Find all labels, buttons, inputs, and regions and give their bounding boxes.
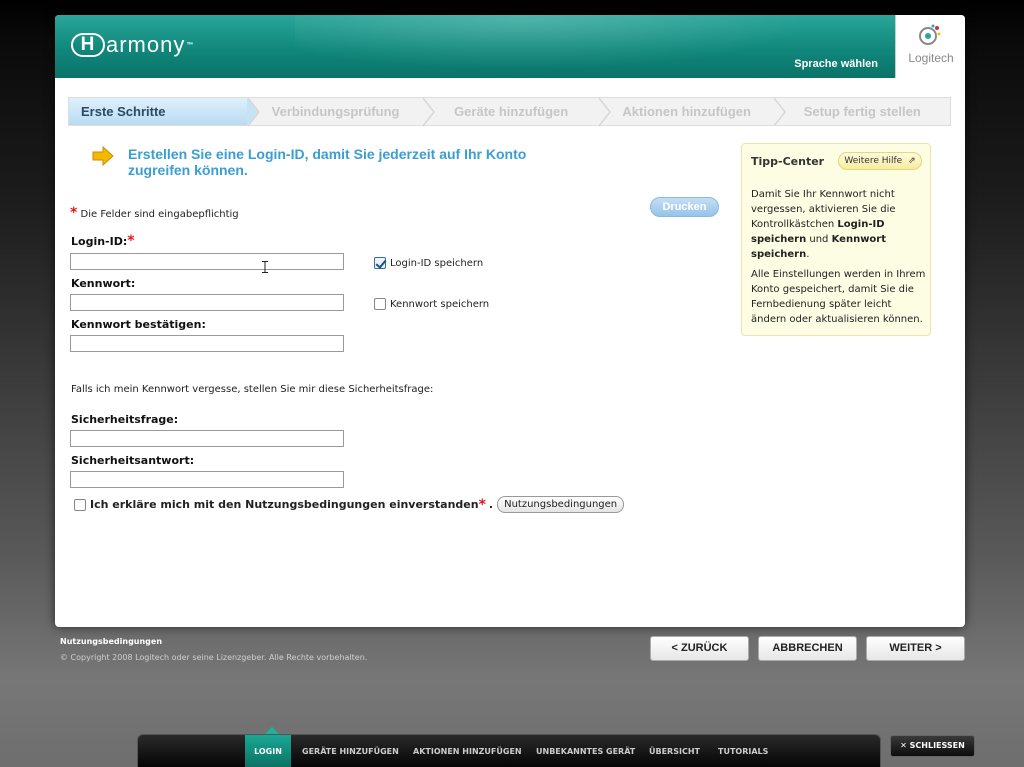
close-button[interactable]: ✕ SCHLIESSEN xyxy=(890,735,975,757)
security-question-input[interactable] xyxy=(70,430,344,447)
bottom-nav-add-activities[interactable]: AKTIONEN HINZUFÜGEN xyxy=(413,735,522,767)
language-select-link[interactable]: Sprache wählen xyxy=(794,58,878,70)
required-fields-note: * Die Felder sind eingabepflichtig xyxy=(70,205,239,221)
harmony-logo-text: armony xyxy=(106,32,186,57)
tip-center-title: Tipp-Center xyxy=(751,155,825,168)
step-label: Geräte hinzufügen xyxy=(454,104,569,119)
password-input[interactable] xyxy=(70,294,344,311)
text-cursor-icon xyxy=(262,261,268,273)
remember-login-label: Login-ID speichern xyxy=(390,257,484,269)
security-question-note: Falls ich mein Kennwort vergesse, stelle… xyxy=(71,384,434,395)
step-add-devices: Geräte hinzufügen xyxy=(423,97,611,127)
print-button[interactable]: Drucken xyxy=(650,197,719,217)
tip-center-text: Damit Sie Ihr Kennwort nicht vergessen, … xyxy=(751,187,926,332)
step-finish-setup: Setup fertig stellen xyxy=(774,98,950,125)
bottom-nav-unknown-device[interactable]: UNBEKANNTES GERÄT xyxy=(536,735,635,767)
step-connection-check: Verbindungsprüfung xyxy=(248,97,436,127)
security-question-label: Sicherheitsfrage: xyxy=(71,413,179,426)
login-id-label: Login-ID:* xyxy=(71,233,135,249)
header-bar: H armony ™ Sprache wählen Logitech xyxy=(55,15,965,78)
trademark-icon: ™ xyxy=(186,41,195,49)
harmony-logo-mark: H xyxy=(71,33,105,57)
arrow-right-icon xyxy=(92,146,114,166)
close-label: SCHLIESSEN xyxy=(909,741,965,750)
step-add-activities: Aktionen hinzufügen xyxy=(599,97,787,127)
footer-copyright: © Copyright 2008 Logitech oder seine Liz… xyxy=(60,653,368,662)
more-help-label: Weitere Hilfe xyxy=(844,156,903,166)
login-id-input[interactable] xyxy=(70,253,344,270)
remember-password-checkbox[interactable] xyxy=(374,298,386,310)
tip-paragraph-2: Alle Einstellungen werden in Ihrem Konto… xyxy=(751,269,926,325)
confirm-password-label: Kennwort bestätigen: xyxy=(71,318,206,331)
remember-password-label: Kennwort speichern xyxy=(390,298,490,310)
cancel-button[interactable]: ABBRECHEN xyxy=(758,636,857,661)
more-help-button[interactable]: Weitere Hilfe ⇗ xyxy=(838,152,922,170)
step-label: Setup fertig stellen xyxy=(803,104,921,119)
bottom-navigation: LOGIN GERÄTE HINZUFÜGEN AKTIONEN HINZUFÜ… xyxy=(137,734,881,767)
required-note-text: Die Felder sind eingabepflichtig xyxy=(80,209,239,220)
remember-login-row[interactable]: Login-ID speichern xyxy=(374,257,483,269)
external-link-icon: ⇗ xyxy=(908,156,916,166)
remember-password-row[interactable]: Kennwort speichern xyxy=(374,298,489,310)
logitech-brand: Logitech xyxy=(908,51,954,65)
header-highlight xyxy=(295,15,855,78)
active-tab-pointer-icon xyxy=(265,727,279,734)
terms-agree-label: Ich erkläre mich mit den Nutzungsbedingu… xyxy=(90,498,479,511)
bottom-nav-add-devices[interactable]: GERÄTE HINZUFÜGEN xyxy=(302,735,399,767)
required-star-icon: * xyxy=(478,496,486,513)
remember-login-checkbox[interactable] xyxy=(374,257,386,269)
tip-center-panel: Tipp-Center Weitere Hilfe ⇗ Damit Sie Ih… xyxy=(741,143,931,336)
setup-window: H armony ™ Sprache wählen Logitech Erste… xyxy=(55,15,965,627)
harmony-logo: H armony ™ xyxy=(71,32,194,58)
step-label: Aktionen hinzufügen xyxy=(622,104,751,119)
logitech-logo: Logitech xyxy=(895,15,965,78)
intro-heading: Erstellen Sie eine Login-ID, damit Sie j… xyxy=(128,146,527,178)
setup-progress-steps: Erste Schritte Verbindungsprüfung Geräte… xyxy=(68,97,951,127)
bottom-nav-login[interactable]: LOGIN xyxy=(245,735,291,767)
bottom-nav-tutorials[interactable]: TUTORIALS xyxy=(718,735,768,767)
logitech-eye-icon xyxy=(919,24,941,45)
terms-button[interactable]: Nutzungsbedingungen xyxy=(497,496,625,513)
confirm-password-input[interactable] xyxy=(70,335,344,352)
next-button[interactable]: WEITER > xyxy=(866,636,965,661)
tip-paragraph-1: Damit Sie Ihr Kennwort nicht vergessen, … xyxy=(751,189,896,260)
close-icon: ✕ xyxy=(900,741,907,750)
bottom-nav-overview[interactable]: ÜBERSICHT xyxy=(649,735,700,767)
footer-terms-link[interactable]: Nutzungsbedingungen xyxy=(60,637,162,646)
terms-dot: . xyxy=(488,498,494,511)
step-get-started: Erste Schritte xyxy=(69,97,260,127)
required-star-icon: * xyxy=(70,205,78,221)
required-star-icon: * xyxy=(127,233,135,249)
terms-agree-row: Ich erkläre mich mit den Nutzungsbedingu… xyxy=(74,496,625,513)
security-answer-input[interactable] xyxy=(70,471,344,488)
step-label: Verbindungsprüfung xyxy=(271,104,400,119)
step-label: Erste Schritte xyxy=(81,104,166,119)
login-id-label-text: Login-ID: xyxy=(71,235,128,248)
security-answer-label: Sicherheitsantwort: xyxy=(71,454,195,467)
terms-agree-checkbox[interactable] xyxy=(74,498,86,511)
back-button[interactable]: < ZURÜCK xyxy=(650,636,749,661)
password-label: Kennwort: xyxy=(71,277,136,290)
